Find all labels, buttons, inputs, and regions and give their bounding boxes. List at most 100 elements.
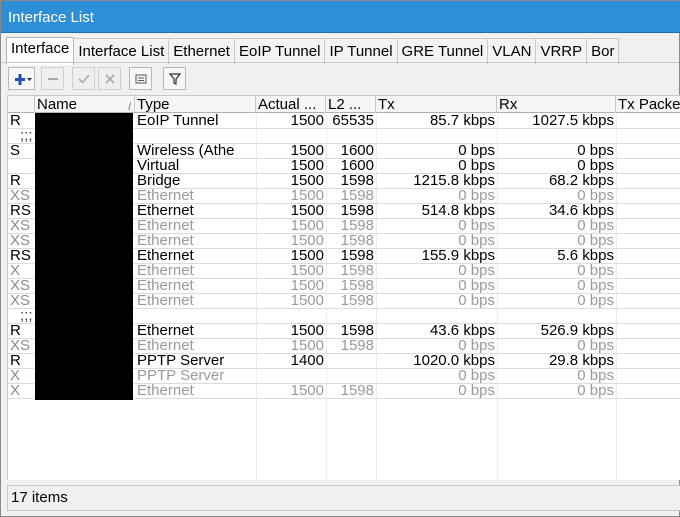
cell-flags: XS [10, 219, 31, 234]
tab-divider [1, 62, 679, 63]
cell-rx: 0 bps [577, 384, 614, 399]
tab-bonding[interactable]: Bor [586, 38, 620, 64]
remove-button[interactable] [41, 67, 64, 90]
cell-rx: 29.8 kbps [548, 354, 614, 369]
cell-rx [497, 309, 616, 323]
enable-button[interactable] [72, 67, 95, 90]
disable-button[interactable] [98, 67, 121, 90]
cell-l2-mtu: 1600 [340, 159, 374, 174]
cell-type: EoIP Tunnel [137, 114, 219, 129]
cell-type: Ethernet [137, 219, 194, 234]
cell-tx: 0 bps [458, 234, 495, 249]
cell-flags: R [10, 174, 21, 189]
cell-l2-mtu: 1598 [340, 384, 374, 399]
cell-type: Ethernet [137, 264, 194, 279]
sort-indicator-icon: / [128, 102, 131, 113]
cell-tx-packets [616, 144, 680, 158]
tab-vlan[interactable]: VLAN [487, 38, 537, 64]
caret-down-icon [26, 77, 32, 81]
cell-type [135, 309, 256, 323]
cell-l2-mtu [326, 369, 376, 383]
comment-button[interactable] [129, 67, 152, 90]
cell-type: Ethernet [137, 234, 194, 249]
cell-tx: 0 bps [458, 219, 495, 234]
cell-actual-mtu: 1500 [290, 234, 324, 249]
add-button[interactable] [8, 67, 35, 90]
cell-rx: 0 bps [577, 219, 614, 234]
minus-icon [47, 77, 58, 80]
cell-tx-packets [616, 264, 680, 278]
tab-interface-list[interactable]: Interface List [73, 38, 170, 64]
tab-eoip-tunnel[interactable]: EoIP Tunnel [233, 38, 326, 64]
column-header-l2-mtu[interactable]: L2 ... [326, 96, 376, 113]
tab-ip-tunnel[interactable]: IP Tunnel [324, 38, 398, 64]
check-icon [77, 73, 90, 84]
cell-rx: 34.6 kbps [548, 204, 614, 219]
cell-actual-mtu [256, 369, 326, 383]
cell-tx-packets [616, 279, 680, 293]
cell-actual-mtu: 1500 [290, 144, 324, 159]
tab-gre-tunnel[interactable]: GRE Tunnel [396, 38, 489, 64]
cell-l2-mtu: 1598 [340, 189, 374, 204]
interface-list-window: Interface List Interface Interface List Et… [0, 0, 680, 517]
note-icon [135, 74, 146, 83]
cell-rx: 5.6 kbps [557, 249, 614, 264]
filter-button[interactable] [163, 67, 186, 90]
tab-vrrp[interactable]: VRRP [535, 38, 588, 64]
cell-tx-packets [616, 219, 680, 233]
column-header-type[interactable]: Type [135, 96, 256, 113]
column-header-tx-packets[interactable]: Tx Packe [616, 96, 680, 113]
interface-table: Name / Type Actual ... L2 ... Tx Rx Tx P… [7, 95, 680, 480]
cell-rx: 0 bps [577, 234, 614, 249]
cell-type: Wireless (Athe [137, 144, 235, 159]
cell-tx-packets [616, 324, 680, 338]
column-header-tx[interactable]: Tx [376, 96, 497, 113]
column-header-actual-mtu[interactable]: Actual ... [256, 96, 326, 113]
cell-l2-mtu: 1598 [340, 249, 374, 264]
cell-actual-mtu: 1500 [290, 279, 324, 294]
cell-flags: R [10, 324, 21, 339]
cell-tx-packets [616, 159, 680, 173]
cell-tx [376, 309, 497, 323]
column-header-rx[interactable]: Rx [497, 96, 616, 113]
cell-rx: 0 bps [577, 279, 614, 294]
cell-actual-mtu: 1500 [290, 249, 324, 264]
cell-type: Ethernet [137, 279, 194, 294]
cell-rx: 0 bps [577, 264, 614, 279]
cell-type: Ethernet [137, 249, 194, 264]
tab-ethernet[interactable]: Ethernet [168, 38, 235, 64]
column-header-name-label: Name [37, 96, 78, 113]
tab-interface[interactable]: Interface [6, 37, 75, 65]
cell-tx: 514.8 kbps [421, 204, 495, 219]
cell-actual-mtu: 1500 [290, 294, 324, 309]
cell-actual-mtu: 1500 [290, 204, 324, 219]
column-header-flags[interactable] [8, 96, 35, 113]
cell-tx: 1020.0 kbps [413, 354, 495, 369]
cell-actual-mtu: 1500 [290, 339, 324, 354]
cell-rx [497, 129, 616, 143]
cell-l2-mtu: 1598 [340, 324, 374, 339]
cell-tx-packets [616, 114, 680, 128]
cell-type: Ethernet [137, 294, 194, 309]
x-icon [104, 73, 115, 84]
cell-l2-mtu [326, 354, 376, 368]
cell-flags: XS [10, 189, 31, 204]
cell-actual-mtu: 1500 [290, 384, 324, 399]
cell-type: PPTP Server [137, 369, 225, 384]
cell-l2-mtu: 1598 [340, 279, 374, 294]
cell-rx: 1027.5 kbps [532, 114, 614, 129]
cell-type: Ethernet [137, 204, 194, 219]
cell-l2-mtu: 1598 [340, 294, 374, 309]
cell-rx: 0 bps [577, 144, 614, 159]
cell-type: Virtual [137, 159, 180, 174]
cell-l2-mtu: 1598 [340, 264, 374, 279]
cell-actual-mtu: 1500 [290, 324, 324, 339]
cell-tx-packets [616, 384, 680, 398]
column-header-name[interactable]: Name / [35, 96, 135, 113]
cell-actual-mtu: 1500 [290, 219, 324, 234]
item-count: 17 items [11, 489, 68, 506]
cell-rx: 526.9 kbps [540, 324, 614, 339]
cell-type: Ethernet [137, 189, 194, 204]
cell-type [135, 129, 256, 143]
cell-flags: R [10, 114, 21, 129]
